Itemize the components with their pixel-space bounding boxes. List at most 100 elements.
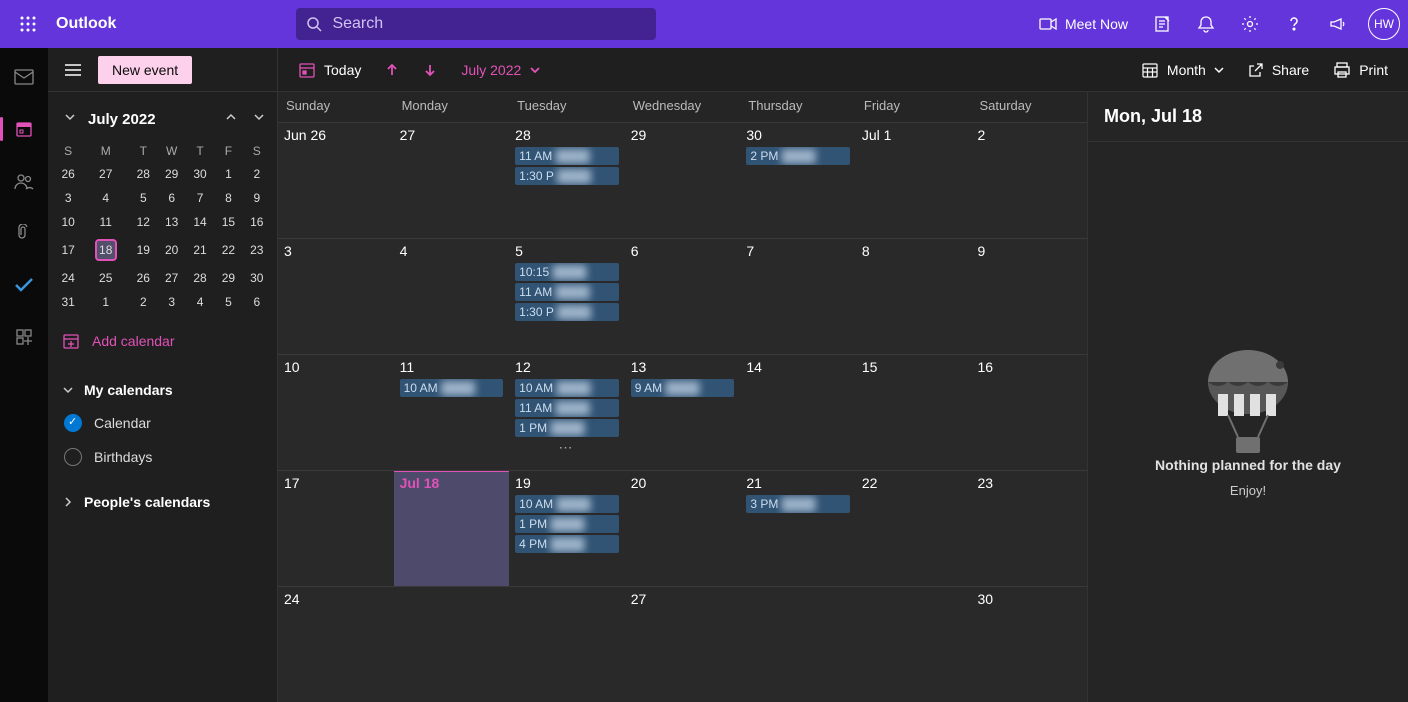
mini-day[interactable]: 30: [186, 162, 214, 186]
mini-day[interactable]: 10: [54, 210, 82, 234]
day-cell[interactable]: 9: [971, 239, 1087, 354]
mini-day[interactable]: 11: [82, 210, 129, 234]
day-cell[interactable]: [394, 587, 510, 702]
mini-day[interactable]: 17: [54, 234, 82, 266]
mini-day[interactable]: 5: [214, 290, 242, 314]
mini-day[interactable]: 8: [214, 186, 242, 210]
day-cell[interactable]: 24: [278, 587, 394, 702]
calendar-event[interactable]: 1:30 P ████: [515, 303, 619, 321]
mini-day[interactable]: 7: [186, 186, 214, 210]
more-events-icon[interactable]: ⋯: [515, 439, 619, 456]
mail-rail-icon[interactable]: [4, 60, 44, 94]
apps-rail-icon[interactable]: [4, 320, 44, 354]
day-cell[interactable]: 213 PM ████: [740, 471, 856, 586]
calendar-rail-icon[interactable]: [4, 112, 44, 146]
mini-day[interactable]: 22: [214, 234, 242, 266]
calendar-event[interactable]: 1:30 P ████: [515, 167, 619, 185]
mini-day[interactable]: 18: [82, 234, 129, 266]
day-cell[interactable]: 20: [625, 471, 741, 586]
calendar-event[interactable]: 10 AM ████: [515, 379, 619, 397]
todo-rail-icon[interactable]: [4, 268, 44, 302]
prev-period-icon[interactable]: [377, 59, 407, 81]
mini-day[interactable]: 2: [129, 290, 157, 314]
calendar-event[interactable]: 11 AM ████: [515, 147, 619, 165]
app-launcher-icon[interactable]: [8, 4, 48, 44]
app-brand[interactable]: Outlook: [56, 15, 116, 33]
mini-day[interactable]: 9: [243, 186, 271, 210]
mini-day[interactable]: 4: [82, 186, 129, 210]
mini-day[interactable]: 3: [157, 290, 185, 314]
day-cell[interactable]: 6: [625, 239, 741, 354]
mini-day[interactable]: 1: [82, 290, 129, 314]
day-cell[interactable]: 2: [971, 123, 1087, 238]
search-input[interactable]: Search: [296, 8, 656, 40]
mini-day[interactable]: 27: [82, 162, 129, 186]
today-button[interactable]: Today: [290, 57, 369, 83]
day-cell[interactable]: 27: [625, 587, 741, 702]
notifications-icon[interactable]: [1186, 4, 1226, 44]
add-calendar-button[interactable]: Add calendar: [48, 314, 277, 368]
calendar-event[interactable]: 3 PM ████: [746, 495, 850, 513]
calendar-event[interactable]: 1 PM ████: [515, 515, 619, 533]
mini-day[interactable]: 29: [214, 266, 242, 290]
day-cell[interactable]: 302 PM ████: [740, 123, 856, 238]
day-cell[interactable]: 7: [740, 239, 856, 354]
day-cell[interactable]: 2811 AM ████1:30 P ████: [509, 123, 625, 238]
calendar-event[interactable]: 10 AM ████: [400, 379, 504, 397]
new-event-button[interactable]: New event: [98, 56, 192, 84]
day-cell[interactable]: Jul 18: [394, 471, 510, 586]
day-cell[interactable]: 510:15 ████11 AM ████1:30 P ████: [509, 239, 625, 354]
day-cell[interactable]: 17: [278, 471, 394, 586]
calendar-event[interactable]: 11 AM ████: [515, 399, 619, 417]
mini-day[interactable]: 26: [129, 266, 157, 290]
calendar-event[interactable]: 10 AM ████: [515, 495, 619, 513]
day-cell[interactable]: 139 AM ████: [625, 355, 741, 470]
view-switcher[interactable]: Month: [1133, 57, 1232, 83]
mini-next-icon[interactable]: [249, 106, 269, 132]
next-period-icon[interactable]: [415, 59, 445, 81]
mini-day[interactable]: 30: [243, 266, 271, 290]
day-cell[interactable]: 1210 AM ████11 AM ████1 PM ████⋯: [509, 355, 625, 470]
day-cell[interactable]: 29: [625, 123, 741, 238]
checkbox-checked-icon[interactable]: [64, 414, 82, 432]
day-cell[interactable]: 27: [394, 123, 510, 238]
day-cell[interactable]: 10: [278, 355, 394, 470]
mini-day[interactable]: 23: [243, 234, 271, 266]
mini-day[interactable]: 16: [243, 210, 271, 234]
day-cell[interactable]: 22: [856, 471, 972, 586]
mini-day[interactable]: 12: [129, 210, 157, 234]
day-cell[interactable]: 23: [971, 471, 1087, 586]
peoples-calendars-group[interactable]: People's calendars: [60, 486, 265, 518]
mini-day[interactable]: 15: [214, 210, 242, 234]
notes-icon[interactable]: [1142, 4, 1182, 44]
day-cell[interactable]: 30: [971, 587, 1087, 702]
mini-day[interactable]: 28: [129, 162, 157, 186]
mini-day[interactable]: 3: [54, 186, 82, 210]
share-button[interactable]: Share: [1240, 58, 1317, 82]
day-cell[interactable]: Jul 1: [856, 123, 972, 238]
mini-day[interactable]: 31: [54, 290, 82, 314]
day-cell[interactable]: 4: [394, 239, 510, 354]
megaphone-icon[interactable]: [1318, 4, 1358, 44]
avatar[interactable]: HW: [1368, 8, 1400, 40]
mini-day[interactable]: 24: [54, 266, 82, 290]
calendar-item-birthdays[interactable]: Birthdays: [60, 440, 265, 474]
mini-day[interactable]: 4: [186, 290, 214, 314]
calendar-event[interactable]: 9 AM ████: [631, 379, 735, 397]
mini-day[interactable]: 28: [186, 266, 214, 290]
mini-day[interactable]: 20: [157, 234, 185, 266]
print-button[interactable]: Print: [1325, 58, 1396, 82]
day-cell[interactable]: 14: [740, 355, 856, 470]
mini-day[interactable]: 25: [82, 266, 129, 290]
meet-now-button[interactable]: Meet Now: [1029, 4, 1138, 44]
checkbox-icon[interactable]: [64, 448, 82, 466]
mini-day[interactable]: 6: [157, 186, 185, 210]
day-cell[interactable]: Jun 26: [278, 123, 394, 238]
calendar-event[interactable]: 2 PM ████: [746, 147, 850, 165]
hamburger-icon[interactable]: [56, 53, 90, 87]
mini-prev-icon[interactable]: [221, 106, 241, 132]
calendar-event[interactable]: 10:15 ████: [515, 263, 619, 281]
day-cell[interactable]: 1910 AM ████1 PM ████4 PM ████: [509, 471, 625, 586]
people-rail-icon[interactable]: [4, 164, 44, 198]
mini-collapse-icon[interactable]: [60, 106, 80, 132]
